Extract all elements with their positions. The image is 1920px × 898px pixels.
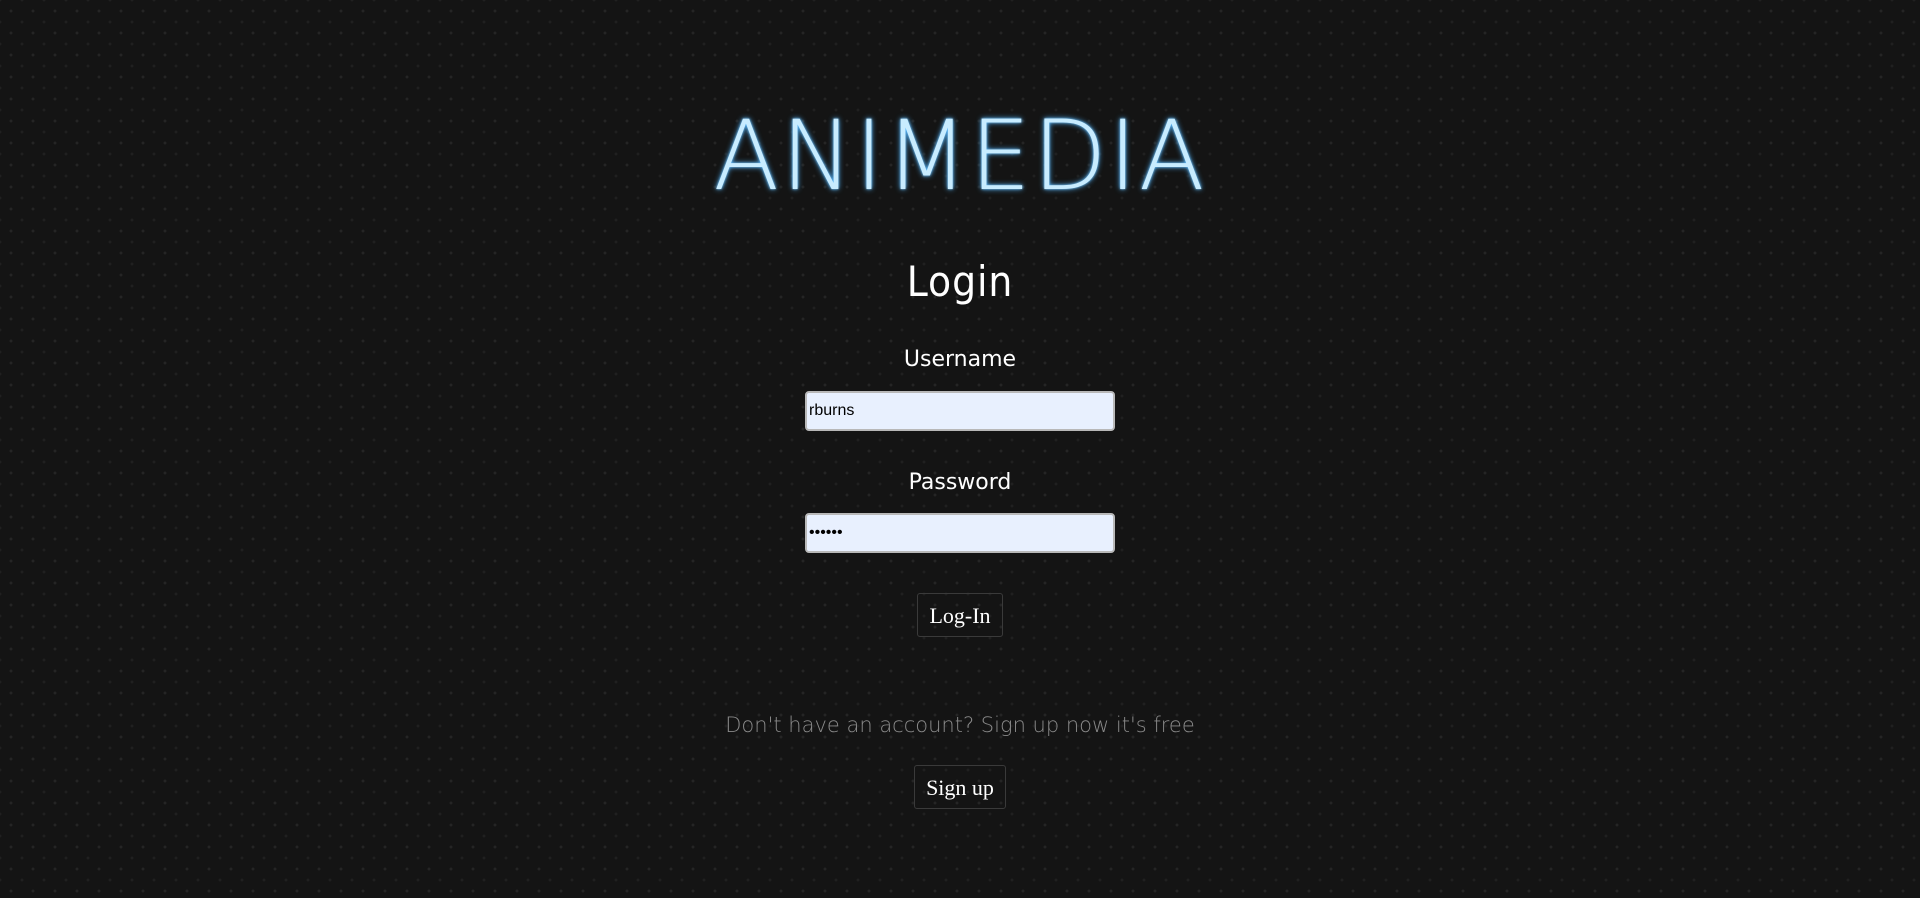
brand-logo: ANIMEDIA: [713, 100, 1207, 212]
username-label: Username: [903, 347, 1017, 372]
page-title: Login: [906, 257, 1014, 306]
signup-prompt: Don't have an account? Sign up now it's …: [725, 713, 1195, 737]
login-button[interactable]: Log-In: [917, 593, 1003, 637]
username-input[interactable]: [805, 391, 1115, 431]
password-input[interactable]: [805, 513, 1115, 553]
login-page: ANIMEDIA Login Username Password Log-In …: [0, 0, 1920, 898]
password-label: Password: [908, 470, 1012, 495]
signup-button[interactable]: Sign up: [914, 765, 1006, 809]
